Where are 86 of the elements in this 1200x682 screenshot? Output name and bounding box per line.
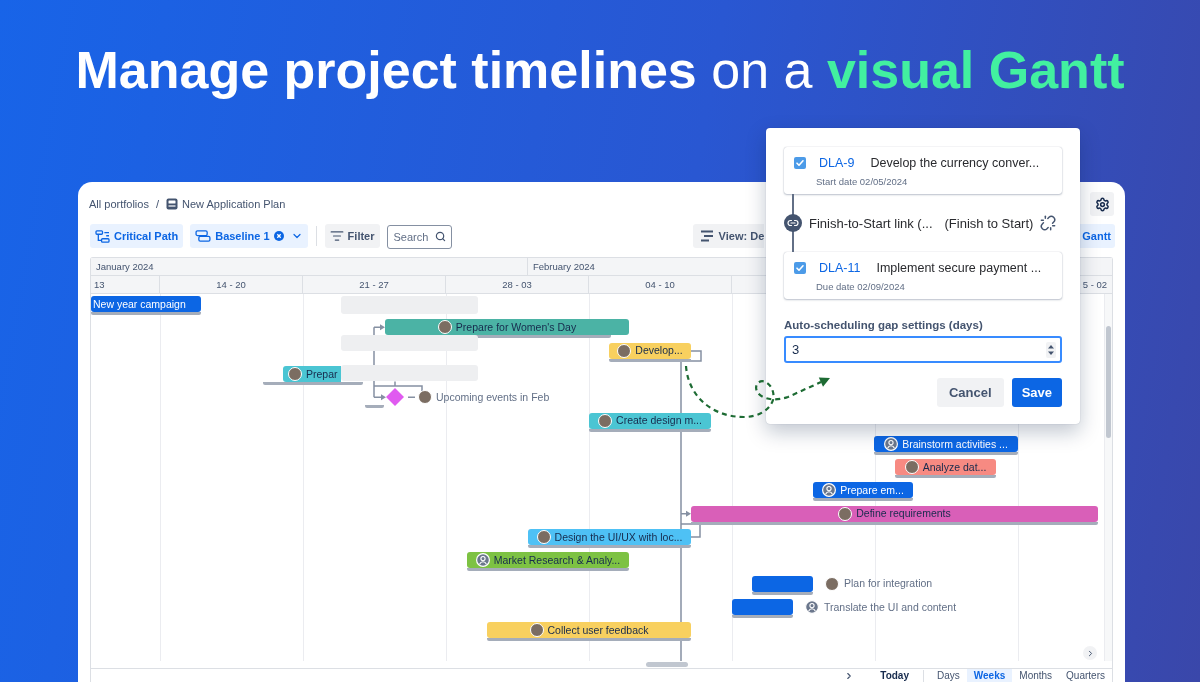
baseline-bar: [752, 591, 813, 595]
spinner-icon[interactable]: [1046, 341, 1056, 358]
task-bar[interactable]: Brainstorm activities ...: [874, 435, 1018, 452]
week-label: 13: [94, 279, 105, 290]
task-label: Translate the UI and content: [824, 601, 957, 613]
avatar-icon: [288, 366, 302, 381]
user-icon: [475, 553, 490, 568]
task-bar[interactable]: Develop...: [609, 342, 691, 359]
task-bar[interactable]: Design the UI/UX with loc...: [528, 529, 691, 545]
task-date: Due date 02/09/2024: [816, 281, 906, 292]
task-date: Start date 02/05/2024: [816, 176, 909, 187]
task-bar[interactable]: Prepar: [283, 365, 341, 382]
scale-tab[interactable]: Quarters: [1059, 669, 1112, 682]
task-bar[interactable]: [752, 575, 813, 592]
critical-path-button[interactable]: Critical Path: [90, 224, 184, 248]
task-bar[interactable]: Analyze dat...: [895, 459, 996, 476]
link-name: Finish-to-Start link (...: [809, 216, 933, 230]
scale-tab[interactable]: Weeks: [966, 669, 1013, 682]
filter-button[interactable]: Filter: [324, 224, 380, 248]
user-icon: [805, 599, 819, 614]
week-label: 28 - 03: [502, 279, 532, 290]
unlink-icon[interactable]: [1040, 215, 1056, 231]
settings-button[interactable]: [1090, 192, 1114, 216]
search-icon: [434, 230, 446, 242]
task-bar[interactable]: New year campaign: [91, 296, 201, 312]
view-button[interactable]: View: De: [692, 224, 765, 248]
month-label: January 2024: [96, 261, 154, 272]
scrollbar-thumb[interactable]: [1106, 326, 1111, 438]
avatar-icon: [838, 506, 853, 521]
week-label: 14 - 20: [216, 279, 246, 290]
scale-tab[interactable]: Months: [1012, 669, 1060, 682]
avatar-icon: [437, 320, 452, 335]
avatar-icon: [598, 413, 613, 428]
lines-icon: [699, 230, 714, 242]
gap-input[interactable]: 3: [784, 336, 1062, 363]
scroll-right-button[interactable]: [1083, 646, 1097, 660]
avatar-icon: [418, 390, 432, 405]
task-bar[interactable]: Prepare em...: [813, 482, 913, 499]
link-icon: [784, 214, 802, 232]
issue-key-link[interactable]: DLA-9: [819, 156, 855, 170]
save-button[interactable]: Save: [1011, 378, 1062, 407]
task-bar[interactable]: Collect user feedback: [487, 622, 691, 639]
task-bar[interactable]: [732, 598, 793, 615]
task-bar[interactable]: Prepare for Women's Day: [385, 319, 629, 336]
scrollbar-thumb[interactable]: [646, 662, 688, 667]
breadcrumb-link[interactable]: New Application Plan: [182, 198, 286, 210]
task-label: Plan for integration: [844, 578, 933, 589]
breadcrumb-link[interactable]: All portfolios: [89, 198, 149, 210]
baseline-button[interactable]: Baseline 1: [190, 224, 308, 248]
baseline-bar: [732, 614, 793, 618]
month-label: February 2024: [533, 261, 595, 272]
headline: Manage project timelines on a visual Gantt: [74, 40, 1126, 100]
document-icon: [166, 198, 178, 210]
today-button[interactable]: Today: [872, 669, 917, 682]
task-label: Upcoming events in Feb: [436, 391, 550, 403]
task-title: Develop the currency conver...: [870, 156, 1040, 170]
task-bar[interactable]: Define requirements: [691, 505, 1098, 522]
avatar-icon: [904, 460, 919, 475]
checkbox[interactable]: [794, 157, 806, 169]
breadcrumb-separator: /: [155, 198, 159, 210]
filter-icon: [329, 229, 344, 243]
task-title: Implement secure payment ...: [876, 261, 1042, 275]
scale-tab[interactable]: Days: [930, 669, 967, 682]
avatar-icon: [617, 343, 632, 358]
checkbox[interactable]: [794, 262, 806, 274]
user-icon: [822, 483, 837, 498]
task-bar[interactable]: Market Research & Analy...: [467, 552, 629, 569]
avatar-icon: [536, 530, 551, 544]
stacked-bars-icon: [195, 230, 212, 242]
cancel-button[interactable]: Cancel: [937, 378, 1004, 407]
avatar-icon: [529, 623, 544, 638]
user-icon: [884, 436, 899, 451]
avatar-icon: [825, 576, 839, 591]
search-field[interactable]: Search: [386, 225, 452, 249]
diamond-icon[interactable]: [386, 388, 404, 407]
gap-label: Auto-scheduling gap settings (days): [784, 318, 984, 332]
week-label: 5 - 02: [1082, 279, 1107, 290]
link-type: (Finish to Start): [944, 216, 1034, 230]
week-label: 04 - 10: [645, 279, 675, 290]
flow-icon: [95, 229, 110, 243]
issue-key-link[interactable]: DLA-11: [819, 261, 861, 275]
week-label: 21 - 27: [359, 279, 389, 290]
baseline-bar: [365, 405, 384, 409]
task-bar[interactable]: Create design m...: [589, 412, 711, 429]
clear-icon[interactable]: [273, 231, 284, 241]
settings-icon: [1094, 196, 1110, 212]
